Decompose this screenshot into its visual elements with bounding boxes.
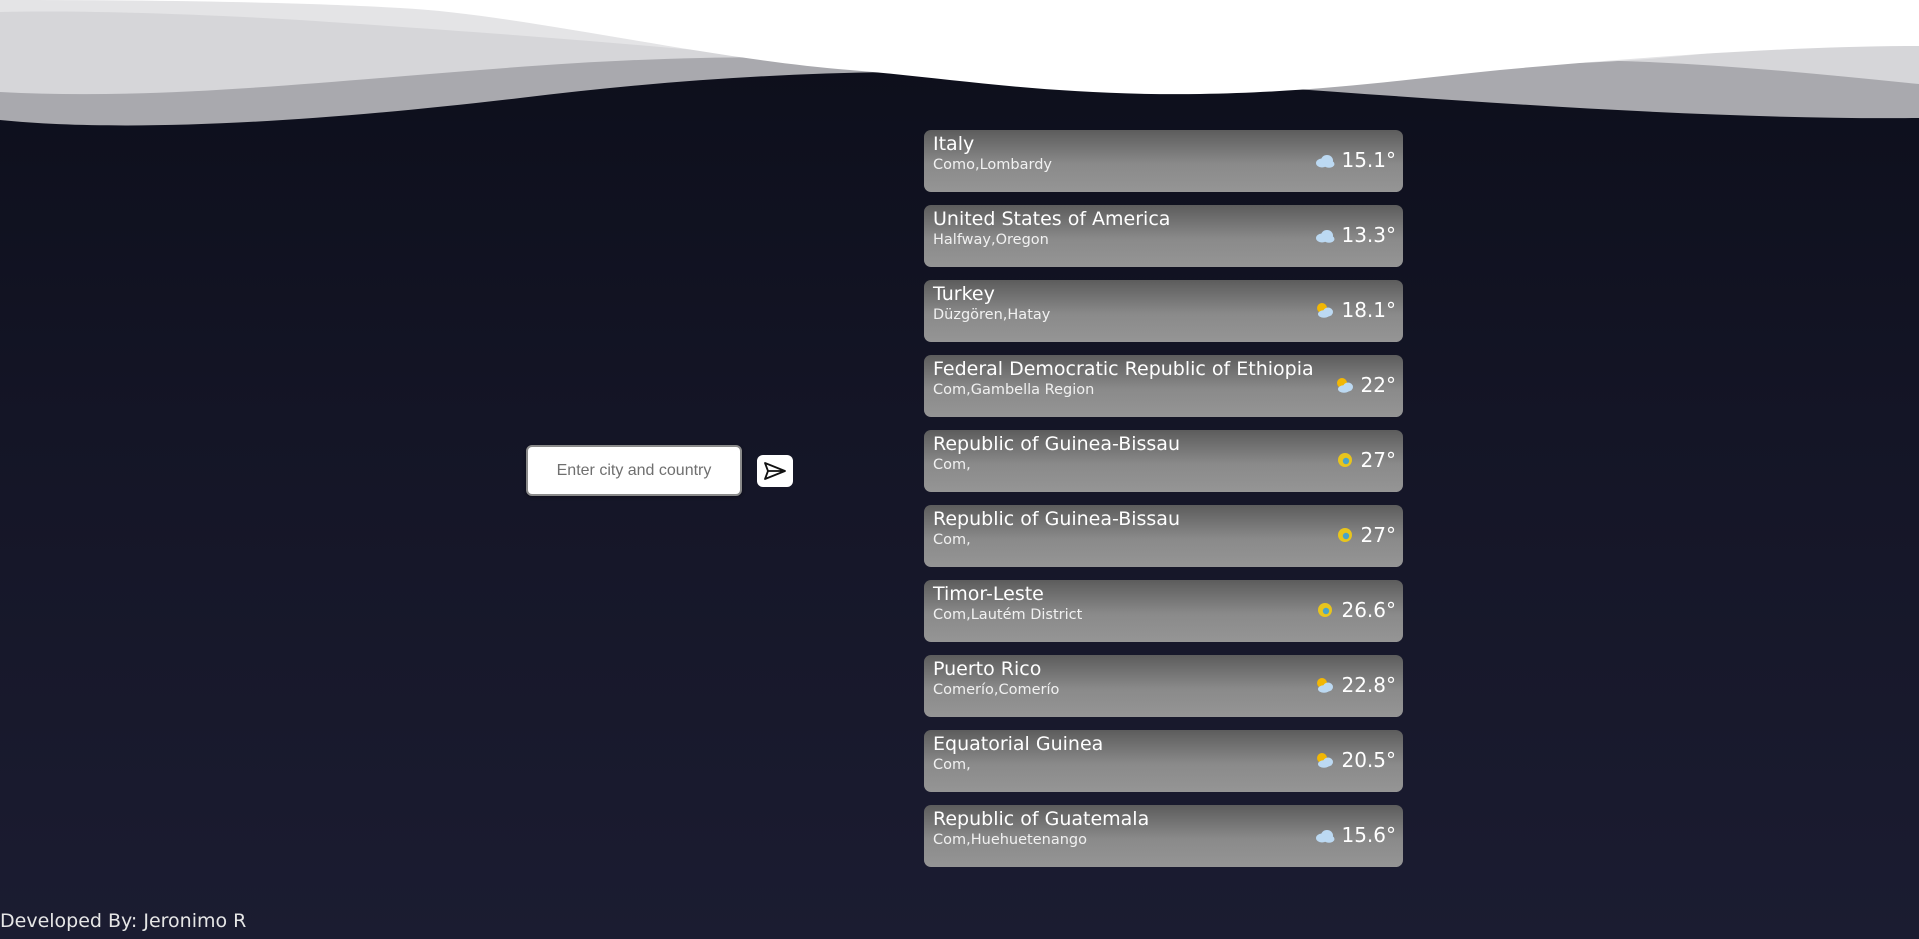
card-region: Com, <box>933 532 971 548</box>
result-card[interactable]: Puerto Rico Comerío,Comerío 22.8° <box>924 655 1403 717</box>
card-temperature: 15.6° <box>1341 823 1396 847</box>
card-temperature: 27° <box>1360 448 1396 472</box>
cloud-icon <box>1316 830 1335 843</box>
card-temperature: 22° <box>1360 373 1396 397</box>
result-card[interactable]: United States of America Halfway,Oregon … <box>924 205 1403 267</box>
card-weather: 13.3° <box>1314 223 1396 247</box>
send-button[interactable] <box>757 454 793 487</box>
partly-cloudy-icon <box>1336 378 1353 393</box>
cloud-icon <box>1316 230 1335 243</box>
partly-cloudy-icon <box>1317 753 1334 768</box>
card-temperature: 22.8° <box>1341 673 1396 697</box>
footer-credit: Developed By: Jeronimo R <box>0 910 247 932</box>
card-temperature: 26.6° <box>1341 598 1396 622</box>
sun-icon <box>1318 603 1333 617</box>
result-card[interactable]: Timor-Leste Com,Lautém District 26.6° <box>924 580 1403 642</box>
result-card[interactable]: Turkey Düzgören,Hatay 18.1° <box>924 280 1403 342</box>
card-weather: 26.6° <box>1314 598 1396 622</box>
card-weather: 22° <box>1334 373 1396 397</box>
card-weather: 18.1° <box>1314 298 1396 322</box>
result-card[interactable]: Equatorial Guinea Com, 20.5° <box>924 730 1403 792</box>
result-card[interactable]: Italy Como,Lombardy 15.1° <box>924 130 1403 192</box>
card-country: Republic of Guinea-Bissau <box>933 433 1180 455</box>
cloud-icon <box>1316 155 1335 168</box>
result-card[interactable]: Republic of Guinea-Bissau Com, 27° <box>924 505 1403 567</box>
result-card[interactable]: Republic of Guinea-Bissau Com, 27° <box>924 430 1403 492</box>
card-weather: 27° <box>1334 448 1396 472</box>
card-region: Com, <box>933 457 971 473</box>
send-icon <box>764 461 786 480</box>
card-weather: 22.8° <box>1314 673 1396 697</box>
results-list: Italy Como,Lombardy 15.1° United States … <box>924 130 1403 880</box>
card-temperature: 18.1° <box>1341 298 1396 322</box>
card-temperature: 20.5° <box>1341 748 1396 772</box>
search-form <box>526 445 793 496</box>
sun-icon <box>1337 528 1352 542</box>
search-input[interactable] <box>526 445 742 496</box>
result-card[interactable]: Federal Democratic Republic of Ethiopia … <box>924 355 1403 417</box>
card-country: Federal Democratic Republic of Ethiopia <box>933 358 1314 380</box>
card-weather: 15.1° <box>1314 148 1396 172</box>
partly-cloudy-icon <box>1317 303 1334 318</box>
result-card[interactable]: Republic of Guatemala Com,Huehuetenango … <box>924 805 1403 867</box>
header-waves <box>0 0 1919 126</box>
card-temperature: 13.3° <box>1341 223 1396 247</box>
card-weather: 15.6° <box>1314 823 1396 847</box>
card-temperature: 15.1° <box>1341 148 1396 172</box>
card-weather: 20.5° <box>1314 748 1396 772</box>
card-region: Com,Gambella Region <box>933 382 1095 398</box>
card-weather: 27° <box>1334 523 1396 547</box>
partly-cloudy-icon <box>1317 678 1334 693</box>
sun-icon <box>1337 453 1352 467</box>
card-country: Republic of Guinea-Bissau <box>933 508 1180 530</box>
card-temperature: 27° <box>1360 523 1396 547</box>
